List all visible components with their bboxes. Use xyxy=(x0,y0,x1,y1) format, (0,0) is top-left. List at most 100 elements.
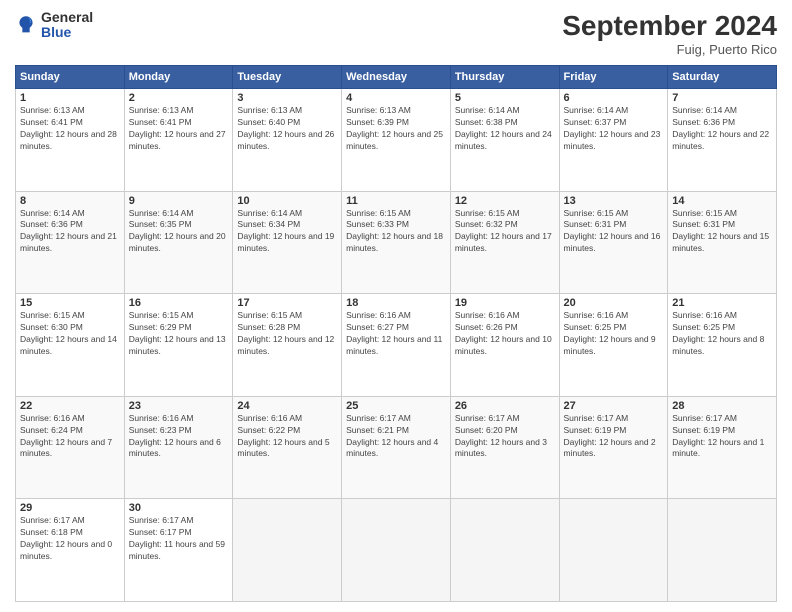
calendar-cell: 2Sunrise: 6:13 AMSunset: 6:41 PMDaylight… xyxy=(124,89,233,192)
day-number: 17 xyxy=(237,297,337,309)
calendar: Sunday Monday Tuesday Wednesday Thursday… xyxy=(15,65,777,602)
logo-blue: Blue xyxy=(41,25,93,40)
day-info: Sunrise: 6:14 AMSunset: 6:37 PMDaylight:… xyxy=(564,105,664,153)
calendar-row: 8Sunrise: 6:14 AMSunset: 6:36 PMDaylight… xyxy=(16,191,777,294)
calendar-cell: 27Sunrise: 6:17 AMSunset: 6:19 PMDayligh… xyxy=(559,396,668,499)
day-number: 20 xyxy=(564,297,664,309)
day-number: 5 xyxy=(455,92,555,104)
day-number: 11 xyxy=(346,195,446,207)
calendar-cell: 17Sunrise: 6:15 AMSunset: 6:28 PMDayligh… xyxy=(233,294,342,397)
col-monday: Monday xyxy=(124,66,233,89)
day-info: Sunrise: 6:14 AMSunset: 6:36 PMDaylight:… xyxy=(20,208,120,256)
day-number: 2 xyxy=(129,92,229,104)
day-number: 29 xyxy=(20,502,120,514)
day-info: Sunrise: 6:14 AMSunset: 6:34 PMDaylight:… xyxy=(237,208,337,256)
day-info: Sunrise: 6:13 AMSunset: 6:41 PMDaylight:… xyxy=(20,105,120,153)
calendar-row: 1Sunrise: 6:13 AMSunset: 6:41 PMDaylight… xyxy=(16,89,777,192)
calendar-body: 1Sunrise: 6:13 AMSunset: 6:41 PMDaylight… xyxy=(16,89,777,602)
day-info: Sunrise: 6:16 AMSunset: 6:22 PMDaylight:… xyxy=(237,413,337,461)
day-number: 13 xyxy=(564,195,664,207)
day-info: Sunrise: 6:17 AMSunset: 6:19 PMDaylight:… xyxy=(564,413,664,461)
calendar-cell: 12Sunrise: 6:15 AMSunset: 6:32 PMDayligh… xyxy=(450,191,559,294)
calendar-cell: 16Sunrise: 6:15 AMSunset: 6:29 PMDayligh… xyxy=(124,294,233,397)
col-thursday: Thursday xyxy=(450,66,559,89)
day-number: 9 xyxy=(129,195,229,207)
calendar-cell: 7Sunrise: 6:14 AMSunset: 6:36 PMDaylight… xyxy=(668,89,777,192)
calendar-cell: 28Sunrise: 6:17 AMSunset: 6:19 PMDayligh… xyxy=(668,396,777,499)
day-number: 12 xyxy=(455,195,555,207)
calendar-cell: 10Sunrise: 6:14 AMSunset: 6:34 PMDayligh… xyxy=(233,191,342,294)
logo: General Blue xyxy=(15,10,93,41)
calendar-cell: 5Sunrise: 6:14 AMSunset: 6:38 PMDaylight… xyxy=(450,89,559,192)
day-number: 22 xyxy=(20,400,120,412)
calendar-cell: 15Sunrise: 6:15 AMSunset: 6:30 PMDayligh… xyxy=(16,294,125,397)
day-number: 21 xyxy=(672,297,772,309)
day-number: 27 xyxy=(564,400,664,412)
col-tuesday: Tuesday xyxy=(233,66,342,89)
day-info: Sunrise: 6:17 AMSunset: 6:17 PMDaylight:… xyxy=(129,515,229,563)
logo-text: General Blue xyxy=(41,10,93,41)
day-info: Sunrise: 6:16 AMSunset: 6:25 PMDaylight:… xyxy=(564,310,664,358)
col-friday: Friday xyxy=(559,66,668,89)
day-number: 24 xyxy=(237,400,337,412)
day-info: Sunrise: 6:17 AMSunset: 6:19 PMDaylight:… xyxy=(672,413,772,461)
day-number: 15 xyxy=(20,297,120,309)
calendar-row: 22Sunrise: 6:16 AMSunset: 6:24 PMDayligh… xyxy=(16,396,777,499)
calendar-cell: 24Sunrise: 6:16 AMSunset: 6:22 PMDayligh… xyxy=(233,396,342,499)
calendar-cell: 23Sunrise: 6:16 AMSunset: 6:23 PMDayligh… xyxy=(124,396,233,499)
calendar-cell: 20Sunrise: 6:16 AMSunset: 6:25 PMDayligh… xyxy=(559,294,668,397)
calendar-cell: 13Sunrise: 6:15 AMSunset: 6:31 PMDayligh… xyxy=(559,191,668,294)
calendar-cell: 21Sunrise: 6:16 AMSunset: 6:25 PMDayligh… xyxy=(668,294,777,397)
day-info: Sunrise: 6:13 AMSunset: 6:41 PMDaylight:… xyxy=(129,105,229,153)
day-info: Sunrise: 6:15 AMSunset: 6:31 PMDaylight:… xyxy=(672,208,772,256)
logo-general: General xyxy=(41,10,93,25)
calendar-cell xyxy=(559,499,668,602)
calendar-cell: 29Sunrise: 6:17 AMSunset: 6:18 PMDayligh… xyxy=(16,499,125,602)
calendar-cell xyxy=(450,499,559,602)
day-info: Sunrise: 6:16 AMSunset: 6:27 PMDaylight:… xyxy=(346,310,446,358)
calendar-cell: 6Sunrise: 6:14 AMSunset: 6:37 PMDaylight… xyxy=(559,89,668,192)
day-number: 3 xyxy=(237,92,337,104)
day-number: 7 xyxy=(672,92,772,104)
day-info: Sunrise: 6:17 AMSunset: 6:18 PMDaylight:… xyxy=(20,515,120,563)
day-number: 8 xyxy=(20,195,120,207)
calendar-cell: 14Sunrise: 6:15 AMSunset: 6:31 PMDayligh… xyxy=(668,191,777,294)
day-number: 30 xyxy=(129,502,229,514)
col-saturday: Saturday xyxy=(668,66,777,89)
calendar-cell: 8Sunrise: 6:14 AMSunset: 6:36 PMDaylight… xyxy=(16,191,125,294)
day-info: Sunrise: 6:17 AMSunset: 6:20 PMDaylight:… xyxy=(455,413,555,461)
day-info: Sunrise: 6:15 AMSunset: 6:30 PMDaylight:… xyxy=(20,310,120,358)
col-wednesday: Wednesday xyxy=(342,66,451,89)
calendar-cell xyxy=(342,499,451,602)
calendar-cell: 22Sunrise: 6:16 AMSunset: 6:24 PMDayligh… xyxy=(16,396,125,499)
title-section: September 2024 Fuig, Puerto Rico xyxy=(562,10,777,57)
day-number: 6 xyxy=(564,92,664,104)
calendar-cell: 18Sunrise: 6:16 AMSunset: 6:27 PMDayligh… xyxy=(342,294,451,397)
calendar-cell: 19Sunrise: 6:16 AMSunset: 6:26 PMDayligh… xyxy=(450,294,559,397)
header: General Blue September 2024 Fuig, Puerto… xyxy=(15,10,777,57)
day-info: Sunrise: 6:16 AMSunset: 6:25 PMDaylight:… xyxy=(672,310,772,358)
logo-icon xyxy=(15,14,37,36)
day-number: 18 xyxy=(346,297,446,309)
day-info: Sunrise: 6:17 AMSunset: 6:21 PMDaylight:… xyxy=(346,413,446,461)
day-number: 26 xyxy=(455,400,555,412)
day-info: Sunrise: 6:16 AMSunset: 6:23 PMDaylight:… xyxy=(129,413,229,461)
day-number: 16 xyxy=(129,297,229,309)
calendar-cell: 11Sunrise: 6:15 AMSunset: 6:33 PMDayligh… xyxy=(342,191,451,294)
day-info: Sunrise: 6:15 AMSunset: 6:31 PMDaylight:… xyxy=(564,208,664,256)
day-info: Sunrise: 6:15 AMSunset: 6:32 PMDaylight:… xyxy=(455,208,555,256)
subtitle: Fuig, Puerto Rico xyxy=(562,42,777,57)
day-info: Sunrise: 6:15 AMSunset: 6:33 PMDaylight:… xyxy=(346,208,446,256)
calendar-cell: 25Sunrise: 6:17 AMSunset: 6:21 PMDayligh… xyxy=(342,396,451,499)
col-sunday: Sunday xyxy=(16,66,125,89)
header-row: Sunday Monday Tuesday Wednesday Thursday… xyxy=(16,66,777,89)
calendar-row: 15Sunrise: 6:15 AMSunset: 6:30 PMDayligh… xyxy=(16,294,777,397)
day-number: 14 xyxy=(672,195,772,207)
month-title: September 2024 xyxy=(562,10,777,42)
calendar-cell: 3Sunrise: 6:13 AMSunset: 6:40 PMDaylight… xyxy=(233,89,342,192)
day-number: 19 xyxy=(455,297,555,309)
calendar-row: 29Sunrise: 6:17 AMSunset: 6:18 PMDayligh… xyxy=(16,499,777,602)
day-number: 10 xyxy=(237,195,337,207)
calendar-cell: 26Sunrise: 6:17 AMSunset: 6:20 PMDayligh… xyxy=(450,396,559,499)
day-info: Sunrise: 6:13 AMSunset: 6:40 PMDaylight:… xyxy=(237,105,337,153)
